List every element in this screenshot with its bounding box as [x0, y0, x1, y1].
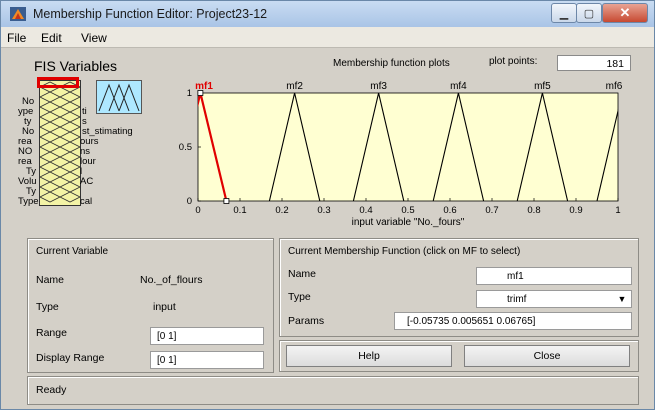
mf-label-mf4: mf4: [450, 81, 467, 92]
close-icon: ✕: [619, 5, 631, 20]
display-range-field[interactable]: [0 1]: [150, 351, 264, 369]
current-variable-title: Current Variable: [36, 246, 109, 257]
membership-function-plot[interactable]: 0 0.1 0.2 0.3 0.4 0.5 0.6 0.7 0.8 0.9 100.51mf1 mf2…: [1, 48, 655, 238]
current-variable-panel: Current Variable Name No._of_flours Type…: [27, 238, 274, 373]
editor-content: FIS Variables No ype ti ty s No st_stima…: [1, 48, 654, 409]
close-window-button[interactable]: ✕: [602, 3, 648, 23]
mf-label-mf3: mf3: [370, 81, 387, 92]
window-title: Membership Function Editor: Project23-12: [33, 7, 268, 21]
y-tick-label: 1: [187, 88, 192, 99]
mf-name-label: Name: [288, 268, 317, 280]
mf-label-mf6: mf6: [606, 81, 623, 92]
maximize-icon: ▢: [583, 7, 595, 20]
current-mf-title: Current Membership Function (click on MF…: [288, 246, 521, 257]
display-range-label: Display Range: [36, 352, 105, 364]
dropdown-arrow-icon: ▼: [617, 293, 627, 304]
maximize-button[interactable]: ▢: [576, 3, 602, 23]
x-tick-label: 0.6: [443, 205, 456, 216]
x-tick-label: 0: [195, 205, 200, 216]
variable-type-label: Type: [36, 301, 59, 313]
x-tick-label: 0.3: [317, 205, 330, 216]
variable-type-value: input: [153, 301, 176, 313]
mf-editor-window: Membership Function Editor: Project23-12…: [0, 0, 655, 410]
variable-name-value: No._of_flours: [140, 274, 203, 286]
x-axis-label: input variable "No._fours": [352, 217, 465, 228]
mf-label-mf2: mf2: [286, 81, 303, 92]
minimize-icon: ▁: [559, 7, 569, 20]
params-label: Params: [288, 315, 325, 327]
x-tick-label: 0.9: [569, 205, 582, 216]
range-label: Range: [36, 327, 67, 339]
mf-type-label: Type: [288, 291, 311, 303]
mf-type-select[interactable]: trimf ▼: [476, 290, 632, 308]
y-tick-label: 0: [187, 196, 192, 207]
menu-file[interactable]: File: [7, 31, 26, 45]
help-button[interactable]: Help: [286, 345, 452, 367]
x-tick-label: 0.8: [527, 205, 540, 216]
x-tick-label: 0.1: [233, 205, 246, 216]
mf-type-value: trimf: [507, 294, 527, 305]
x-tick-label: 0.2: [275, 205, 288, 216]
menu-view[interactable]: View: [81, 31, 107, 45]
status-text: Ready: [36, 384, 67, 396]
mf-label-mf5: mf5: [534, 81, 551, 92]
mf-vertex-handle: [223, 198, 230, 204]
close-button[interactable]: Close: [464, 345, 630, 367]
x-tick-label: 0.5: [401, 205, 414, 216]
params-field[interactable]: [-0.05735 0.005651 0.06765]: [394, 312, 632, 330]
current-mf-panel: Current Membership Function (click on MF…: [279, 238, 639, 337]
matlab-app-icon: [10, 7, 26, 21]
mf-vertex-handle: [197, 90, 204, 96]
menu-edit[interactable]: Edit: [41, 31, 62, 45]
x-tick-label: 0.7: [485, 205, 498, 216]
x-tick-label: 0.4: [359, 205, 372, 216]
range-field[interactable]: [0 1]: [150, 327, 264, 345]
status-bar: Ready: [27, 376, 639, 405]
title-bar: Membership Function Editor: Project23-12…: [1, 1, 654, 27]
variable-name-label: Name: [36, 274, 65, 286]
y-tick-label: 0.5: [179, 142, 192, 153]
mf-name-field[interactable]: mf1: [476, 267, 632, 285]
x-tick-label: 1: [615, 205, 620, 216]
minimize-button[interactable]: ▁: [551, 3, 577, 23]
button-panel: Help Close: [279, 340, 639, 372]
menu-bar: File Edit View: [1, 27, 654, 48]
